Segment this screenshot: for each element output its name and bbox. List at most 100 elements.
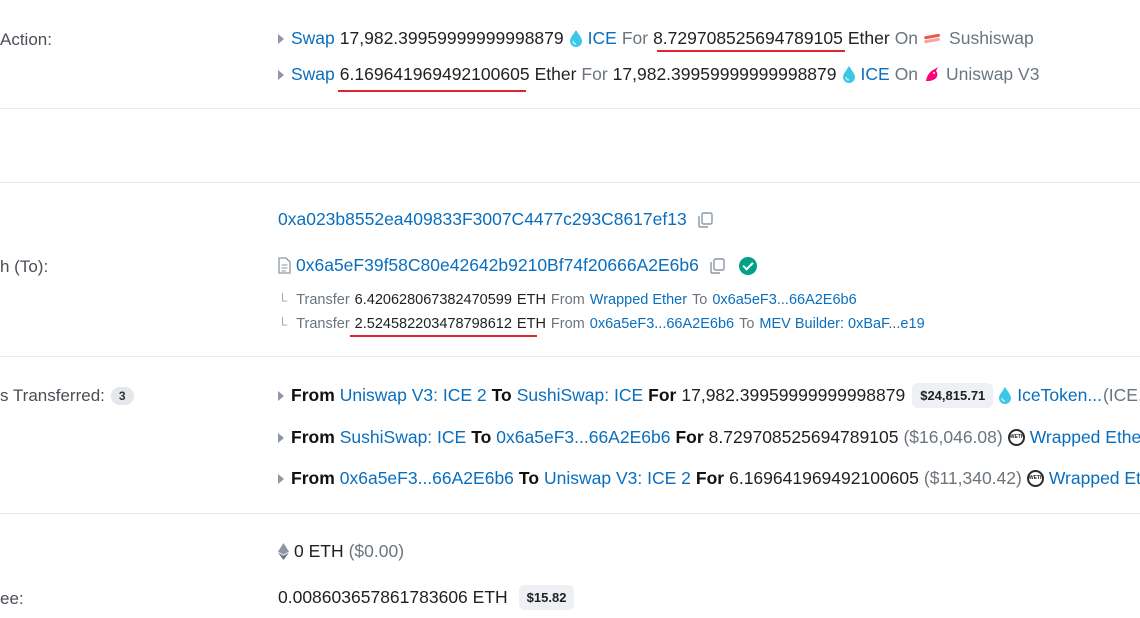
tree-elbow-icon: └ bbox=[278, 316, 288, 332]
swap-amount-out: 17,982.39959999999998879 bbox=[612, 64, 837, 84]
token-link[interactable]: Wrapped Ethe... bbox=[1030, 427, 1140, 448]
divider bbox=[0, 182, 1140, 183]
verified-check-icon bbox=[738, 256, 757, 275]
dex-name: Uniswap V3 bbox=[946, 64, 1040, 84]
transfer-word: Transfer bbox=[296, 316, 350, 332]
ice-token-link[interactable]: ICE bbox=[588, 28, 617, 49]
from-word: From bbox=[291, 385, 335, 405]
transfer-amount: 6.420628067382470599 bbox=[354, 292, 512, 308]
transfer-from-link[interactable]: 0x6a5eF3...66A2E6b6 bbox=[590, 316, 734, 332]
value-usd: ($0.00) bbox=[348, 541, 405, 561]
copy-icon[interactable] bbox=[696, 211, 714, 229]
transfer-to-link[interactable]: 0x6a5eF3...66A2E6b6 bbox=[496, 427, 670, 448]
swap-link[interactable]: Swap bbox=[291, 28, 335, 49]
weth-token-icon: WETH bbox=[1026, 470, 1044, 487]
to-word: To bbox=[491, 385, 512, 405]
usd-value: ($11,340.42) bbox=[923, 468, 1022, 488]
for-word: For bbox=[648, 385, 677, 405]
ice-token-link[interactable]: ICE bbox=[861, 64, 890, 85]
ether-unit: Ether bbox=[847, 28, 890, 48]
to-address-link[interactable]: 0x6a5eF39f58C80e42642b9210Bf74f20666A2E6… bbox=[296, 255, 699, 276]
transfer-to-link[interactable]: 0x6a5eF3...66A2E6b6 bbox=[712, 292, 856, 308]
expand-caret-icon[interactable] bbox=[278, 390, 284, 401]
transfer-unit: ETH bbox=[516, 292, 546, 308]
token-symbol: (ICE... bbox=[1102, 385, 1140, 405]
ice-token-icon bbox=[842, 66, 855, 83]
highlight-underline bbox=[350, 335, 537, 337]
ice-token-icon bbox=[999, 387, 1012, 404]
expand-caret-icon[interactable] bbox=[278, 69, 284, 80]
internal-transfer-row: └ Transfer 6.420628067382470599 ETH From… bbox=[278, 292, 857, 308]
from-word: From bbox=[291, 468, 335, 488]
ice-token-icon bbox=[569, 30, 582, 47]
contract-file-icon bbox=[278, 257, 291, 274]
expand-caret-icon[interactable] bbox=[278, 33, 284, 44]
tree-elbow-icon: └ bbox=[278, 292, 288, 308]
transfer-amount: 2.524582203478798612 bbox=[354, 316, 512, 332]
from-word: From bbox=[550, 292, 585, 308]
token-transfer-row: From 0x6a5eF3...66A2E6b6 To Uniswap V3: … bbox=[278, 468, 1140, 489]
transfer-from-link[interactable]: Wrapped Ether bbox=[590, 292, 687, 308]
internal-transfer-row: └ Transfer 2.524582203478798612 ETH From… bbox=[278, 316, 925, 332]
to-row: 0x6a5eF39f58C80e42642b9210Bf74f20666A2E6… bbox=[278, 255, 757, 276]
divider bbox=[0, 513, 1140, 514]
for-word: For bbox=[695, 468, 725, 488]
ethereum-icon bbox=[278, 543, 289, 560]
to-word: To bbox=[739, 316, 755, 332]
to-word: To bbox=[471, 427, 492, 447]
interacted-with-label: h (To): bbox=[0, 257, 49, 276]
transfer-amount: 17,982.39959999999998879 bbox=[681, 385, 906, 405]
action-row: Swap 17,982.39959999999998879 ICE For 8.… bbox=[278, 28, 1034, 49]
divider bbox=[0, 108, 1140, 109]
copy-icon[interactable] bbox=[708, 257, 726, 275]
count-badge: 3 bbox=[110, 387, 134, 405]
transfer-amount: 6.169641969492100605 bbox=[729, 468, 919, 488]
sushiswap-icon bbox=[924, 33, 941, 43]
transfer-to-link[interactable]: Uniswap V3: ICE 2 bbox=[544, 468, 691, 489]
dex-name: Sushiswap bbox=[949, 28, 1034, 48]
transaction-fee-label: ee: bbox=[0, 589, 24, 608]
swap-amount: 17,982.39959999999998879 bbox=[339, 28, 564, 48]
for-word: For bbox=[581, 64, 608, 84]
swap-amount: 6.169641969492100605 bbox=[339, 64, 530, 84]
transfer-from-link[interactable]: Uniswap V3: ICE 2 bbox=[340, 385, 487, 406]
value-amount: 0 ETH bbox=[294, 541, 344, 561]
transfer-to-link[interactable]: SushiSwap: ICE bbox=[517, 385, 643, 406]
tokens-transferred-text: s Transferred: bbox=[0, 386, 105, 405]
on-word: On bbox=[894, 64, 919, 84]
weth-token-icon: WETH bbox=[1007, 429, 1025, 446]
for-word: For bbox=[621, 28, 649, 48]
token-link[interactable]: Wrapped Eth bbox=[1049, 468, 1140, 489]
for-word: For bbox=[675, 427, 704, 447]
transfer-amount: 8.729708525694789105 bbox=[708, 427, 899, 447]
from-word: From bbox=[291, 427, 335, 447]
swap-amount-out: 8.729708525694789105 bbox=[653, 28, 843, 48]
token-transfer-row: From SushiSwap: ICE To 0x6a5eF3...66A2E6… bbox=[278, 427, 1140, 448]
from-word: From bbox=[550, 316, 585, 332]
token-transfer-row: From Uniswap V3: ICE 2 To SushiSwap: ICE… bbox=[278, 383, 1140, 408]
value-row: 0 ETH ($0.00) bbox=[278, 541, 404, 562]
uniswap-unicorn-icon bbox=[926, 66, 939, 81]
fee-usd-pill: $15.82 bbox=[518, 585, 575, 610]
to-word: To bbox=[692, 292, 708, 308]
transfer-word: Transfer bbox=[296, 292, 350, 308]
fee-row: 0.008603657861783606 ETH $15.82 bbox=[278, 585, 575, 610]
tokens-transferred-label: s Transferred: 3 bbox=[0, 386, 134, 406]
ether-unit: Ether bbox=[534, 64, 577, 84]
expand-caret-icon[interactable] bbox=[278, 473, 284, 484]
transfer-from-link[interactable]: 0x6a5eF3...66A2E6b6 bbox=[340, 468, 514, 489]
token-link[interactable]: IceToken... bbox=[1017, 385, 1102, 406]
expand-caret-icon[interactable] bbox=[278, 432, 284, 443]
transfer-unit: ETH bbox=[516, 316, 546, 332]
transfer-to-link[interactable]: MEV Builder: 0xBaF...e19 bbox=[759, 316, 924, 332]
from-address-link[interactable]: 0xa023b8552ea409833F3007C4477c293C8617ef… bbox=[278, 209, 687, 230]
highlight-underline bbox=[657, 50, 845, 52]
fee-amount: 0.008603657861783606 ETH bbox=[278, 587, 508, 607]
action-row: Swap 6.169641969492100605 Ether For 17,9… bbox=[278, 64, 1039, 85]
to-word: To bbox=[518, 468, 540, 488]
transfer-from-link[interactable]: SushiSwap: ICE bbox=[340, 427, 466, 448]
swap-link[interactable]: Swap bbox=[291, 64, 335, 85]
transaction-action-label: Action: bbox=[0, 30, 52, 49]
usd-value-pill: $24,815.71 bbox=[912, 383, 994, 408]
on-word: On bbox=[894, 28, 919, 48]
